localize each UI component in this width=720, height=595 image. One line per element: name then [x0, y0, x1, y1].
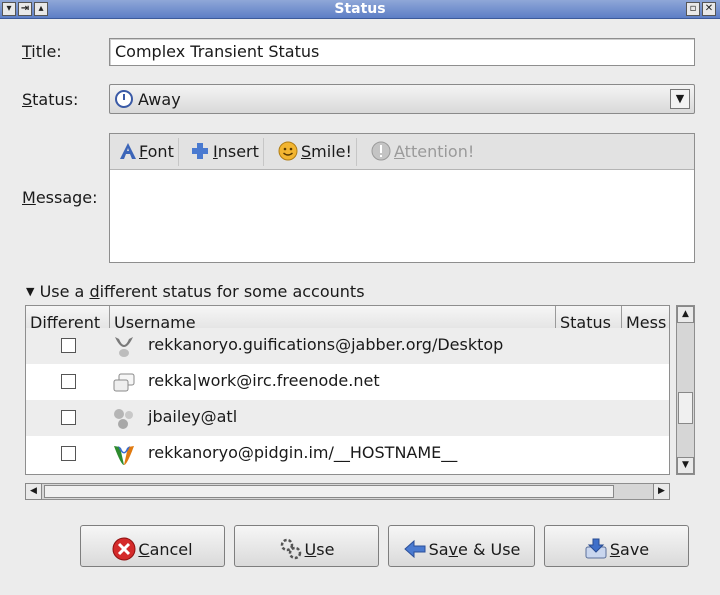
plus-icon	[190, 141, 210, 161]
scroll-down-icon[interactable]: ▼	[677, 457, 694, 474]
irc-protocol-icon	[112, 371, 136, 395]
horizontal-scroll-thumb[interactable]	[44, 485, 614, 498]
jabber-protocol-icon	[112, 335, 136, 359]
table-row[interactable]: rekkanoryo@pidgin.im/__HOSTNAME__	[26, 436, 669, 472]
window-maximize-button[interactable]: ▫	[686, 2, 700, 16]
cancel-icon	[112, 537, 136, 561]
insert-button[interactable]: Insert	[186, 138, 264, 166]
accounts-table[interactable]: Different Username Status Mess rekkanory…	[25, 305, 670, 475]
horizontal-scrollbar[interactable]: ◀ ▶	[25, 483, 670, 500]
use-button[interactable]: Use	[234, 525, 379, 567]
vertical-scrollbar[interactable]: ▲ ▼	[676, 305, 695, 475]
save-icon	[584, 537, 608, 561]
save-and-use-arrow-icon	[403, 537, 427, 561]
different-status-expander[interactable]: ▼ Use a different status for some accoun…	[26, 282, 365, 301]
window-close-button[interactable]: ✕	[702, 2, 716, 16]
scroll-left-icon[interactable]: ◀	[25, 483, 42, 500]
save-button[interactable]: Save	[544, 525, 689, 567]
account-username: jbailey@atl	[148, 407, 238, 426]
title-input[interactable]: Complex Transient Status	[109, 38, 695, 66]
different-checkbox[interactable]	[61, 446, 76, 461]
cancel-button[interactable]: Cancel	[80, 525, 225, 567]
message-label: Message:	[22, 188, 98, 207]
format-toolbar: Font Insert Smile! Attention!	[110, 134, 694, 170]
scroll-up-icon[interactable]: ▲	[677, 306, 694, 323]
account-username: rekkanoryo@pidgin.im/__HOSTNAME__	[148, 443, 458, 462]
xmpp-protocol-icon	[112, 443, 136, 467]
dropdown-arrow-icon[interactable]: ▼	[670, 89, 690, 109]
different-checkbox[interactable]	[61, 410, 76, 425]
different-checkbox[interactable]	[61, 374, 76, 389]
title-label: Title:	[22, 42, 62, 61]
smile-button[interactable]: Smile!	[274, 138, 357, 166]
title-bar: ▾ ⇥ ▴ Status ▫ ✕	[0, 0, 720, 19]
font-icon	[118, 141, 136, 161]
status-label: Status:	[22, 90, 79, 109]
vertical-scroll-thumb[interactable]	[678, 392, 693, 424]
use-gears-icon	[279, 537, 303, 561]
expander-label: Use a different status for some accounts	[39, 282, 365, 301]
save-and-use-button[interactable]: Save & Use	[388, 525, 535, 567]
away-clock-icon	[115, 90, 133, 108]
status-select-value: Away	[138, 90, 181, 109]
table-row[interactable]: rekkanoryo.guifications@jabber.org/Deskt…	[26, 328, 669, 364]
smiley-icon	[278, 141, 298, 161]
table-row[interactable]: rekka|work@irc.freenode.net	[26, 364, 669, 400]
expander-arrow-icon: ▼	[26, 285, 35, 298]
table-row[interactable]: jbailey@atl	[26, 400, 669, 436]
attention-button[interactable]: Attention!	[367, 138, 478, 166]
status-select[interactable]: Away ▼	[109, 84, 695, 114]
account-username: rekkanoryo.guifications@jabber.org/Deskt…	[148, 335, 504, 354]
attention-icon	[371, 141, 391, 161]
window-title: Status	[334, 1, 386, 17]
font-button[interactable]: Font	[114, 138, 179, 166]
message-editor[interactable]: Font Insert Smile! Attention!	[109, 133, 695, 263]
different-checkbox[interactable]	[61, 338, 76, 353]
scroll-right-icon[interactable]: ▶	[653, 483, 670, 500]
account-username: rekka|work@irc.freenode.net	[148, 371, 380, 390]
network-protocol-icon	[112, 407, 136, 431]
